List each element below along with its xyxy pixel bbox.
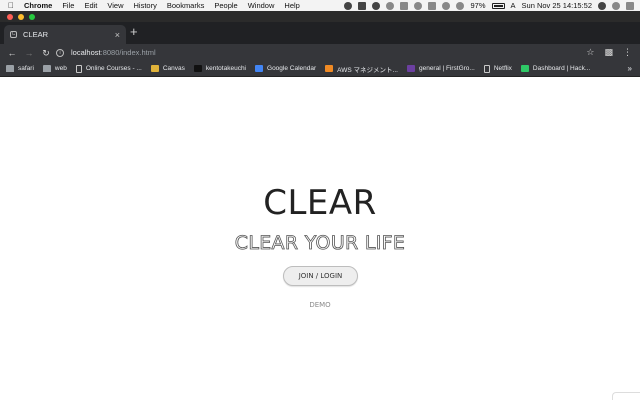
- app-menu-chrome[interactable]: Chrome: [24, 1, 52, 10]
- menu-clock[interactable]: Sun Nov 25 14:15:52: [522, 1, 592, 10]
- menu-history[interactable]: History: [134, 1, 157, 10]
- bookmark-label: web: [54, 65, 67, 72]
- address-bar[interactable]: i localhost:8080/index.html: [56, 46, 604, 59]
- cloud-icon[interactable]: [372, 1, 381, 10]
- back-icon[interactable]: ←: [7, 48, 17, 58]
- folder-icon: [6, 65, 14, 72]
- calendar-icon: [255, 65, 264, 72]
- new-tab-icon[interactable]: +: [130, 25, 138, 38]
- evernote-icon[interactable]: [358, 1, 367, 10]
- bookmark-item[interactable]: safari: [6, 65, 34, 72]
- bookmark-item[interactable]: web: [42, 65, 67, 72]
- site-info-icon[interactable]: i: [56, 48, 64, 57]
- bookmark-item[interactable]: Canvas: [150, 65, 185, 72]
- bookmarks-overflow-button[interactable]: »: [628, 61, 632, 77]
- more-menu-icon[interactable]: ⋮: [623, 47, 632, 58]
- window-corner: [612, 392, 640, 400]
- hackerrank-icon: [520, 65, 529, 72]
- menu-window[interactable]: Window: [248, 1, 275, 10]
- user-avatar-icon[interactable]: [612, 1, 620, 10]
- menu-edit[interactable]: Edit: [84, 1, 97, 10]
- maximize-window-button[interactable]: [29, 14, 35, 20]
- bookmark-item[interactable]: Dashboard | Hack...: [520, 65, 591, 72]
- close-window-button[interactable]: [7, 14, 13, 20]
- page-icon: [75, 64, 82, 73]
- bookmark-label: safari: [18, 65, 34, 72]
- aws-icon: [325, 65, 334, 72]
- bookmark-item[interactable]: Google Calendar: [255, 65, 316, 72]
- wifi-icon[interactable]: [442, 1, 451, 10]
- bookmark-label: kentotakeuchi: [205, 65, 247, 72]
- page-icon: [483, 64, 490, 73]
- minimize-window-button[interactable]: [18, 14, 24, 20]
- url-path: :8080/index.html: [100, 48, 156, 57]
- extension-icon[interactable]: ▩: [604, 47, 613, 58]
- bookmark-star-icon[interactable]: ☆: [586, 47, 594, 58]
- slack-icon: [406, 65, 415, 72]
- github-icon: [193, 65, 202, 72]
- reload-icon[interactable]: ↻: [41, 48, 51, 58]
- bluetooth-icon[interactable]: [414, 1, 423, 10]
- spotlight-icon[interactable]: [598, 1, 606, 10]
- check-icon[interactable]: [400, 1, 409, 10]
- tab-title: CLEAR: [23, 30, 49, 39]
- bookmarks-bar: safari web Online Courses - ... Canvas kento…: [0, 61, 640, 77]
- status-tray: 97% A Sun Nov 25 14:15:52: [344, 0, 634, 11]
- bookmark-label: Dashboard | Hack...: [532, 65, 591, 72]
- bookmark-label: general | FirstGro...: [418, 65, 475, 72]
- window-title-bar: [0, 11, 640, 22]
- bookmark-item[interactable]: Online Courses - ...: [75, 64, 142, 73]
- bookmark-label: Netflix: [493, 65, 512, 72]
- menu-bookmarks[interactable]: Bookmarks: [167, 1, 205, 10]
- tab-clear[interactable]: C CLEAR ×: [4, 25, 126, 44]
- battery-icon[interactable]: [491, 2, 505, 9]
- bookmark-label: Online Courses - ...: [85, 65, 142, 72]
- notification-center-icon[interactable]: [626, 1, 634, 10]
- url-host: localhost: [71, 48, 101, 57]
- apple-logo-icon[interactable]: : [8, 0, 16, 11]
- toolbar-actions: ☆ ▩ ⋮: [586, 44, 632, 61]
- page-title: CLEAR: [263, 183, 377, 223]
- close-tab-icon[interactable]: ×: [115, 30, 120, 40]
- tab-strip: C CLEAR ×: [0, 22, 640, 44]
- tab-favicon-icon: C: [10, 31, 17, 38]
- join-login-button[interactable]: JOIN / LOGIN: [283, 266, 358, 286]
- page-subtitle: CLEAR YOUR LIFE: [234, 232, 406, 255]
- folder-icon: [42, 65, 51, 72]
- menu-help[interactable]: Help: [284, 1, 299, 10]
- bookmark-label: Canvas: [162, 65, 185, 72]
- battery-percent[interactable]: 97%: [470, 1, 485, 10]
- demo-link[interactable]: DEMO: [0, 301, 640, 309]
- bookmark-item[interactable]: Netflix: [483, 64, 512, 73]
- forward-icon[interactable]: →: [24, 48, 34, 58]
- menu-file[interactable]: File: [62, 1, 74, 10]
- volume-icon[interactable]: [456, 1, 465, 10]
- page-content: CLEAR CLEAR YOUR LIFE JOIN / LOGIN DEMO: [0, 78, 640, 400]
- bookmark-item[interactable]: AWS マネジメント...: [325, 64, 398, 74]
- menu-people[interactable]: People: [214, 1, 237, 10]
- menu-view[interactable]: View: [107, 1, 123, 10]
- bookmark-item[interactable]: kentotakeuchi: [193, 65, 247, 72]
- canvas-icon: [150, 65, 159, 72]
- time-machine-icon[interactable]: [428, 1, 437, 10]
- bookmark-item[interactable]: general | FirstGro...: [406, 65, 475, 72]
- macos-menu-bar:  Chrome File Edit View History Bookmark…: [0, 0, 640, 11]
- input-source-indicator[interactable]: A: [511, 1, 516, 10]
- menu-extra-icon[interactable]: [386, 1, 395, 10]
- bookmark-label: Google Calendar: [267, 65, 317, 72]
- bookmark-label: AWS マネジメント...: [337, 66, 398, 74]
- skype-icon[interactable]: [344, 1, 353, 10]
